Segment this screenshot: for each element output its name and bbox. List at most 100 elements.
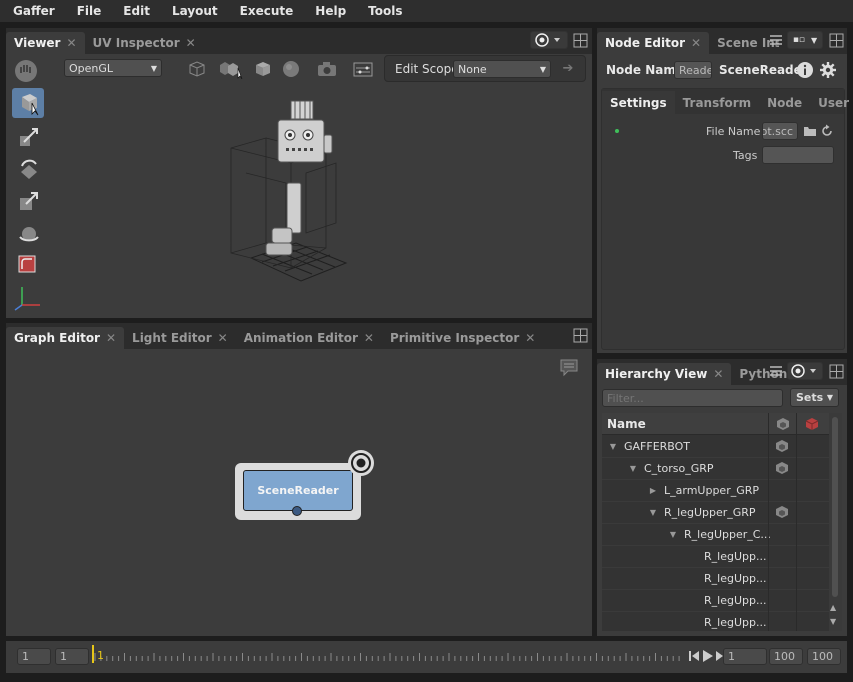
rotate-tool-icon[interactable]: [16, 156, 42, 182]
scroll-up-icon[interactable]: ▲: [830, 603, 836, 612]
camera-tool-icon[interactable]: [16, 221, 42, 247]
visibility-icon[interactable]: [775, 505, 789, 519]
tree-row[interactable]: R_legUpp...: [602, 567, 829, 590]
current-frame-field[interactable]: 1: [723, 648, 767, 665]
folder-icon[interactable]: [803, 125, 817, 137]
tab-animation-editor[interactable]: Animation Editor ✕: [236, 327, 382, 349]
refresh-icon[interactable]: [820, 124, 834, 138]
close-icon[interactable]: ✕: [106, 331, 116, 345]
chevron-down-icon[interactable]: ▼: [606, 442, 620, 451]
tree-row[interactable]: R_legUpp...: [602, 589, 829, 612]
file-name-field[interactable]: bot.scc: [762, 122, 798, 140]
timeline-ruler[interactable]: 1: [92, 645, 686, 669]
info-icon[interactable]: [796, 61, 814, 79]
chevron-down-icon[interactable]: ▼: [646, 508, 660, 517]
crop-tool-icon[interactable]: [17, 254, 37, 274]
display-settings-icon[interactable]: [352, 60, 374, 78]
chevron-down-icon[interactable]: ▼: [666, 530, 680, 539]
close-icon[interactable]: ✕: [186, 36, 196, 50]
start-frame-field[interactable]: 1: [17, 648, 51, 665]
visibility-column-icon[interactable]: [768, 413, 796, 435]
tab-node-editor[interactable]: Node Editor ✕: [597, 32, 710, 54]
instances-icon[interactable]: [218, 59, 244, 80]
close-icon[interactable]: ✕: [66, 36, 76, 50]
menu-edit[interactable]: Edit: [110, 4, 159, 18]
tab-primitive-inspector[interactable]: Primitive Inspector ✕: [382, 327, 543, 349]
subtab-settings[interactable]: Settings: [602, 91, 675, 114]
panel-grid-icon[interactable]: [573, 33, 588, 48]
menu-execute[interactable]: Execute: [227, 4, 303, 18]
scroll-down-icon[interactable]: ▼: [830, 617, 836, 626]
panel-grid-icon[interactable]: [829, 364, 844, 379]
tab-light-editor[interactable]: Light Editor ✕: [124, 327, 236, 349]
tags-field[interactable]: [762, 146, 834, 164]
close-icon[interactable]: ✕: [364, 331, 374, 345]
node-name-field[interactable]: Reader: [674, 61, 712, 79]
end-frame-field[interactable]: 100: [807, 648, 841, 665]
subtab-transform[interactable]: Transform: [675, 91, 759, 114]
tab-graph-editor[interactable]: Graph Editor ✕: [6, 327, 125, 349]
focus-menu-button[interactable]: [787, 362, 823, 380]
arrow-right-icon[interactable]: ➔: [557, 61, 579, 77]
solid-cube-icon[interactable]: [254, 60, 272, 78]
shaded-sphere-icon[interactable]: [282, 60, 300, 78]
menu-help[interactable]: Help: [302, 4, 355, 18]
tree-row[interactable]: R_legUpp...: [602, 611, 829, 631]
focus-node-icon[interactable]: [347, 449, 375, 477]
subtab-user[interactable]: User: [810, 91, 853, 114]
layout-menu-button[interactable]: [530, 31, 568, 49]
tree-row[interactable]: R_legUpp...: [602, 545, 829, 568]
camera-icon[interactable]: [316, 60, 338, 78]
panel-grid-icon[interactable]: [573, 328, 588, 343]
translate-tool-icon[interactable]: [16, 124, 42, 150]
tab-list-icon[interactable]: [769, 365, 783, 377]
close-icon[interactable]: ✕: [713, 367, 723, 381]
sets-dropdown[interactable]: Sets ▼: [790, 388, 839, 407]
panel-grid-icon[interactable]: [829, 33, 844, 48]
menu-layout[interactable]: Layout: [159, 4, 227, 18]
close-icon[interactable]: ✕: [525, 331, 535, 345]
subtab-node[interactable]: Node: [759, 91, 810, 114]
tab-python[interactable]: Python: [731, 363, 795, 385]
filter-input[interactable]: [602, 389, 783, 407]
tab-list-icon[interactable]: [769, 34, 783, 46]
play-icon[interactable]: [702, 649, 714, 663]
tree-row[interactable]: ▼ R_legUpper_GRP: [602, 501, 829, 524]
playback-start-field[interactable]: 1: [55, 648, 89, 665]
menu-tools[interactable]: Tools: [355, 4, 411, 18]
step-back-icon[interactable]: [688, 650, 700, 662]
scale-tool-icon[interactable]: [16, 188, 42, 214]
bounding-box-icon[interactable]: [188, 60, 206, 78]
annotation-icon[interactable]: [559, 358, 579, 378]
visibility-icon[interactable]: [775, 461, 789, 475]
scene-reader-node[interactable]: SceneReader: [235, 463, 361, 520]
edit-scope-dropdown[interactable]: None ▼: [453, 60, 551, 78]
vertical-scrollbar[interactable]: ▲ ▼: [829, 413, 842, 631]
tree-row[interactable]: ▼ GAFFERBOT: [602, 435, 829, 458]
pan-tool-icon[interactable]: [12, 58, 40, 84]
tab-uv-inspector[interactable]: UV Inspector ✕: [85, 32, 204, 54]
tree-row[interactable]: ▼ C_torso_GRP: [602, 457, 829, 480]
render-column-icon[interactable]: [796, 413, 826, 435]
playhead-marker[interactable]: [92, 645, 94, 663]
output-plug[interactable]: [292, 506, 302, 516]
chevron-down-icon[interactable]: ▼: [626, 464, 640, 473]
column-name-header[interactable]: Name: [607, 417, 646, 431]
close-icon[interactable]: ✕: [218, 331, 228, 345]
visibility-icon[interactable]: [775, 439, 789, 453]
gear-icon[interactable]: [819, 61, 837, 79]
tree-row[interactable]: ▼ R_legUpper_C...: [602, 523, 829, 546]
scrollbar-thumb[interactable]: [832, 417, 838, 597]
playback-end-field[interactable]: 100: [769, 648, 803, 665]
tab-hierarchy-view[interactable]: Hierarchy View ✕: [597, 363, 732, 385]
viewport-robot[interactable]: [206, 93, 386, 288]
close-icon[interactable]: ✕: [691, 36, 701, 50]
renderer-dropdown[interactable]: OpenGL ▼: [64, 59, 162, 77]
tab-viewer[interactable]: Viewer ✕: [6, 32, 85, 54]
menu-file[interactable]: File: [64, 4, 111, 18]
selection-tool-button[interactable]: [12, 88, 44, 118]
chevron-right-icon[interactable]: ▶: [646, 486, 660, 495]
tree-row[interactable]: ▶ L_armUpper_GRP: [602, 479, 829, 502]
menu-gaffer[interactable]: Gaffer: [0, 4, 64, 18]
pin-menu-button[interactable]: ▪▫ ▼: [787, 31, 823, 49]
